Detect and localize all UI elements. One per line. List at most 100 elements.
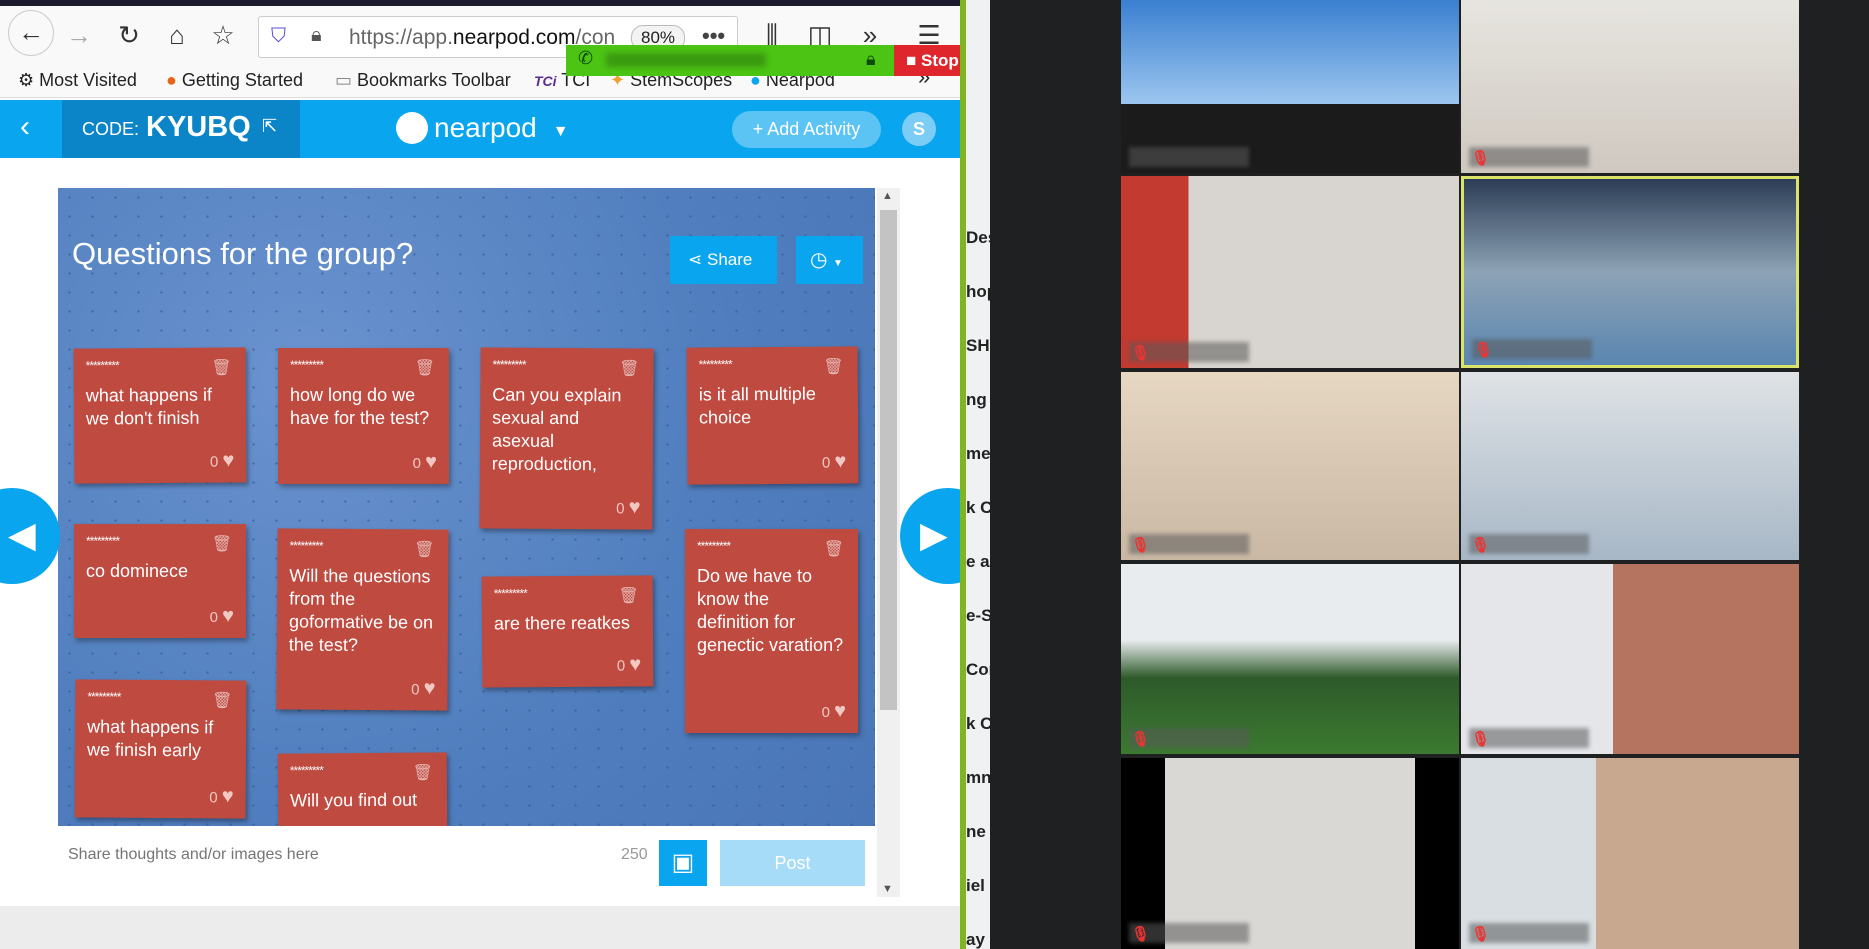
video-tile[interactable]: 🎙︎	[1121, 758, 1459, 949]
trash-icon[interactable]: 🗑︎	[212, 534, 232, 554]
like-button[interactable]: 0 ♥	[411, 677, 436, 700]
add-activity-button[interactable]: + Add Activity	[732, 111, 881, 148]
list-item[interactable]: e a	[966, 552, 990, 572]
board-title: Questions for the group?	[72, 236, 414, 271]
video-tile[interactable]	[1121, 0, 1459, 173]
trash-icon[interactable]: 🗑︎	[412, 763, 432, 783]
list-item[interactable]: k C	[966, 714, 990, 734]
question-card[interactable]: ********* 🗑︎ co dominece 0 ♥	[74, 524, 246, 638]
question-card[interactable]: ********* 🗑︎ Do we have to know the defini…	[685, 529, 858, 733]
card-text: Will the questions from the goformative …	[288, 565, 434, 655]
trash-icon[interactable]: 🗑︎	[824, 539, 844, 559]
trash-icon[interactable]: 🗑︎	[618, 586, 638, 606]
list-item[interactable]: ng	[966, 390, 987, 410]
question-card[interactable]: ********* 🗑︎ how long do we have for the t…	[278, 348, 449, 484]
bookmark-toolbar-folder[interactable]: ▭ Bookmarks Toolbar	[335, 70, 511, 91]
like-button[interactable]: 0 ♥	[413, 451, 437, 474]
card-text: co dominece	[86, 561, 189, 581]
card-text: is it all multiple choice	[698, 383, 816, 428]
video-tile[interactable]: 🎙︎	[1461, 176, 1799, 368]
trash-icon[interactable]: 🗑︎	[212, 690, 232, 710]
post-input[interactable]	[68, 846, 588, 864]
heart-icon: ♥	[834, 700, 846, 722]
scrollbar-thumb[interactable]	[880, 210, 897, 710]
video-tile[interactable]: 🎙︎	[1121, 176, 1459, 368]
home-icon[interactable]: ⌂	[160, 20, 194, 51]
trash-icon[interactable]: 🗑︎	[211, 357, 231, 377]
question-card[interactable]: ********* 🗑︎ is it all multiple choice 0 ♥	[686, 346, 859, 485]
next-slide-button[interactable]: ▶	[900, 488, 960, 584]
trash-icon[interactable]: 🗑︎	[619, 358, 639, 378]
share-label: Share	[706, 250, 753, 269]
like-count: 0	[209, 789, 218, 807]
question-card[interactable]: ********* 🗑︎ what happens if we don't fini…	[73, 347, 247, 484]
question-card[interactable]: ********* 🗑︎ are there reatkes 0 ♥	[481, 575, 654, 688]
scrollbar[interactable]: ▲ ▼	[877, 188, 900, 897]
bookmark-label: Bookmarks Toolbar	[357, 70, 511, 90]
folder-icon: ▭	[335, 70, 353, 90]
list-item[interactable]: hop	[966, 282, 990, 302]
image-upload-button[interactable]: ▣	[659, 840, 707, 886]
session-code: CODE: KYUBQ ⇱	[62, 100, 300, 158]
lock-icon: 🔒︎	[311, 24, 322, 46]
bookmark-star-icon[interactable]: ☆	[206, 20, 240, 51]
like-count: 0	[616, 500, 625, 518]
share-out-icon[interactable]: ⇱	[262, 116, 277, 137]
list-item[interactable]: ne	[966, 822, 986, 842]
post-button[interactable]: Post	[720, 840, 865, 886]
like-button[interactable]: 0 ♥	[210, 605, 234, 628]
list-item[interactable]: iel	[966, 876, 985, 896]
list-item[interactable]: e-S	[966, 606, 990, 626]
trash-icon[interactable]: 🗑︎	[415, 358, 435, 378]
nearpod-logo[interactable]: nearpod ▼	[396, 112, 569, 144]
list-item[interactable]: k C	[966, 498, 990, 518]
question-card[interactable]: ********* 🗑︎ Will you find out	[277, 752, 448, 826]
clock-icon: ◷	[810, 249, 828, 271]
like-button[interactable]: 0 ♥	[210, 449, 235, 472]
like-button[interactable]: 0 ♥	[617, 653, 642, 676]
list-item[interactable]: Des	[966, 228, 990, 248]
trash-icon[interactable]: 🗑︎	[414, 539, 434, 559]
screenshare-bar[interactable]: ✆ 🔒︎	[566, 45, 894, 76]
video-tile[interactable]: 🎙︎	[1121, 372, 1459, 560]
scroll-down-icon[interactable]: ▼	[882, 883, 893, 895]
timer-button[interactable]: ◷ ▼	[796, 236, 863, 284]
question-card[interactable]: ********* 🗑︎ Will the questions from the g…	[276, 528, 449, 711]
video-tile[interactable]: 🎙︎	[1461, 372, 1799, 560]
like-button[interactable]: 0 ♥	[822, 450, 847, 473]
like-button[interactable]: 0 ♥	[616, 496, 641, 519]
stop-share-button[interactable]: ■ Stop Sh	[894, 45, 960, 76]
list-item[interactable]: me	[966, 444, 990, 464]
muted-mic-icon: 🎙︎	[1131, 537, 1151, 554]
list-item[interactable]: mn	[966, 768, 990, 788]
question-card[interactable]: ********* 🗑︎ what happens if we finish ear…	[74, 679, 247, 819]
bookmark-label: Most Visited	[39, 70, 137, 90]
like-count: 0	[616, 657, 626, 675]
reload-icon[interactable]: ↻	[112, 20, 146, 51]
video-tile[interactable]: 🎙︎	[1461, 564, 1799, 754]
question-card[interactable]: ********* 🗑︎ Can you explain sexual and as…	[479, 347, 654, 530]
back-icon[interactable]: ←	[8, 10, 54, 56]
forward-icon[interactable]: →	[62, 20, 96, 51]
like-button[interactable]: 0 ♥	[822, 700, 846, 723]
bookmark-getting-started[interactable]: ● Getting Started	[166, 70, 303, 91]
caret-down-icon: ▼	[552, 123, 569, 140]
back-chevron-icon[interactable]: ‹	[20, 110, 30, 144]
video-tile[interactable]: 🎙︎	[1461, 758, 1799, 949]
share-button[interactable]: ⋖ Share	[670, 236, 777, 284]
muted-mic-icon: 🎙︎	[1471, 926, 1491, 943]
scroll-up-icon[interactable]: ▲	[882, 190, 893, 202]
bookmark-most-visited[interactable]: ⚙ Most Visited	[18, 70, 137, 91]
list-item[interactable]: ay	[966, 930, 985, 949]
video-tile[interactable]: 🎙︎	[1121, 564, 1459, 754]
like-button[interactable]: 0 ♥	[209, 785, 234, 808]
lock-icon: 🔒︎	[866, 49, 876, 69]
phone-icon: ✆	[578, 48, 594, 68]
prev-slide-button[interactable]: ◀	[0, 488, 60, 584]
list-item[interactable]: Cor	[966, 660, 990, 680]
video-tile[interactable]: 🎙︎	[1461, 0, 1799, 173]
trash-icon[interactable]: 🗑︎	[823, 357, 843, 377]
avatar[interactable]: S	[902, 112, 936, 146]
list-item[interactable]: SH	[966, 336, 990, 356]
code-value: KYUBQ	[146, 111, 251, 143]
